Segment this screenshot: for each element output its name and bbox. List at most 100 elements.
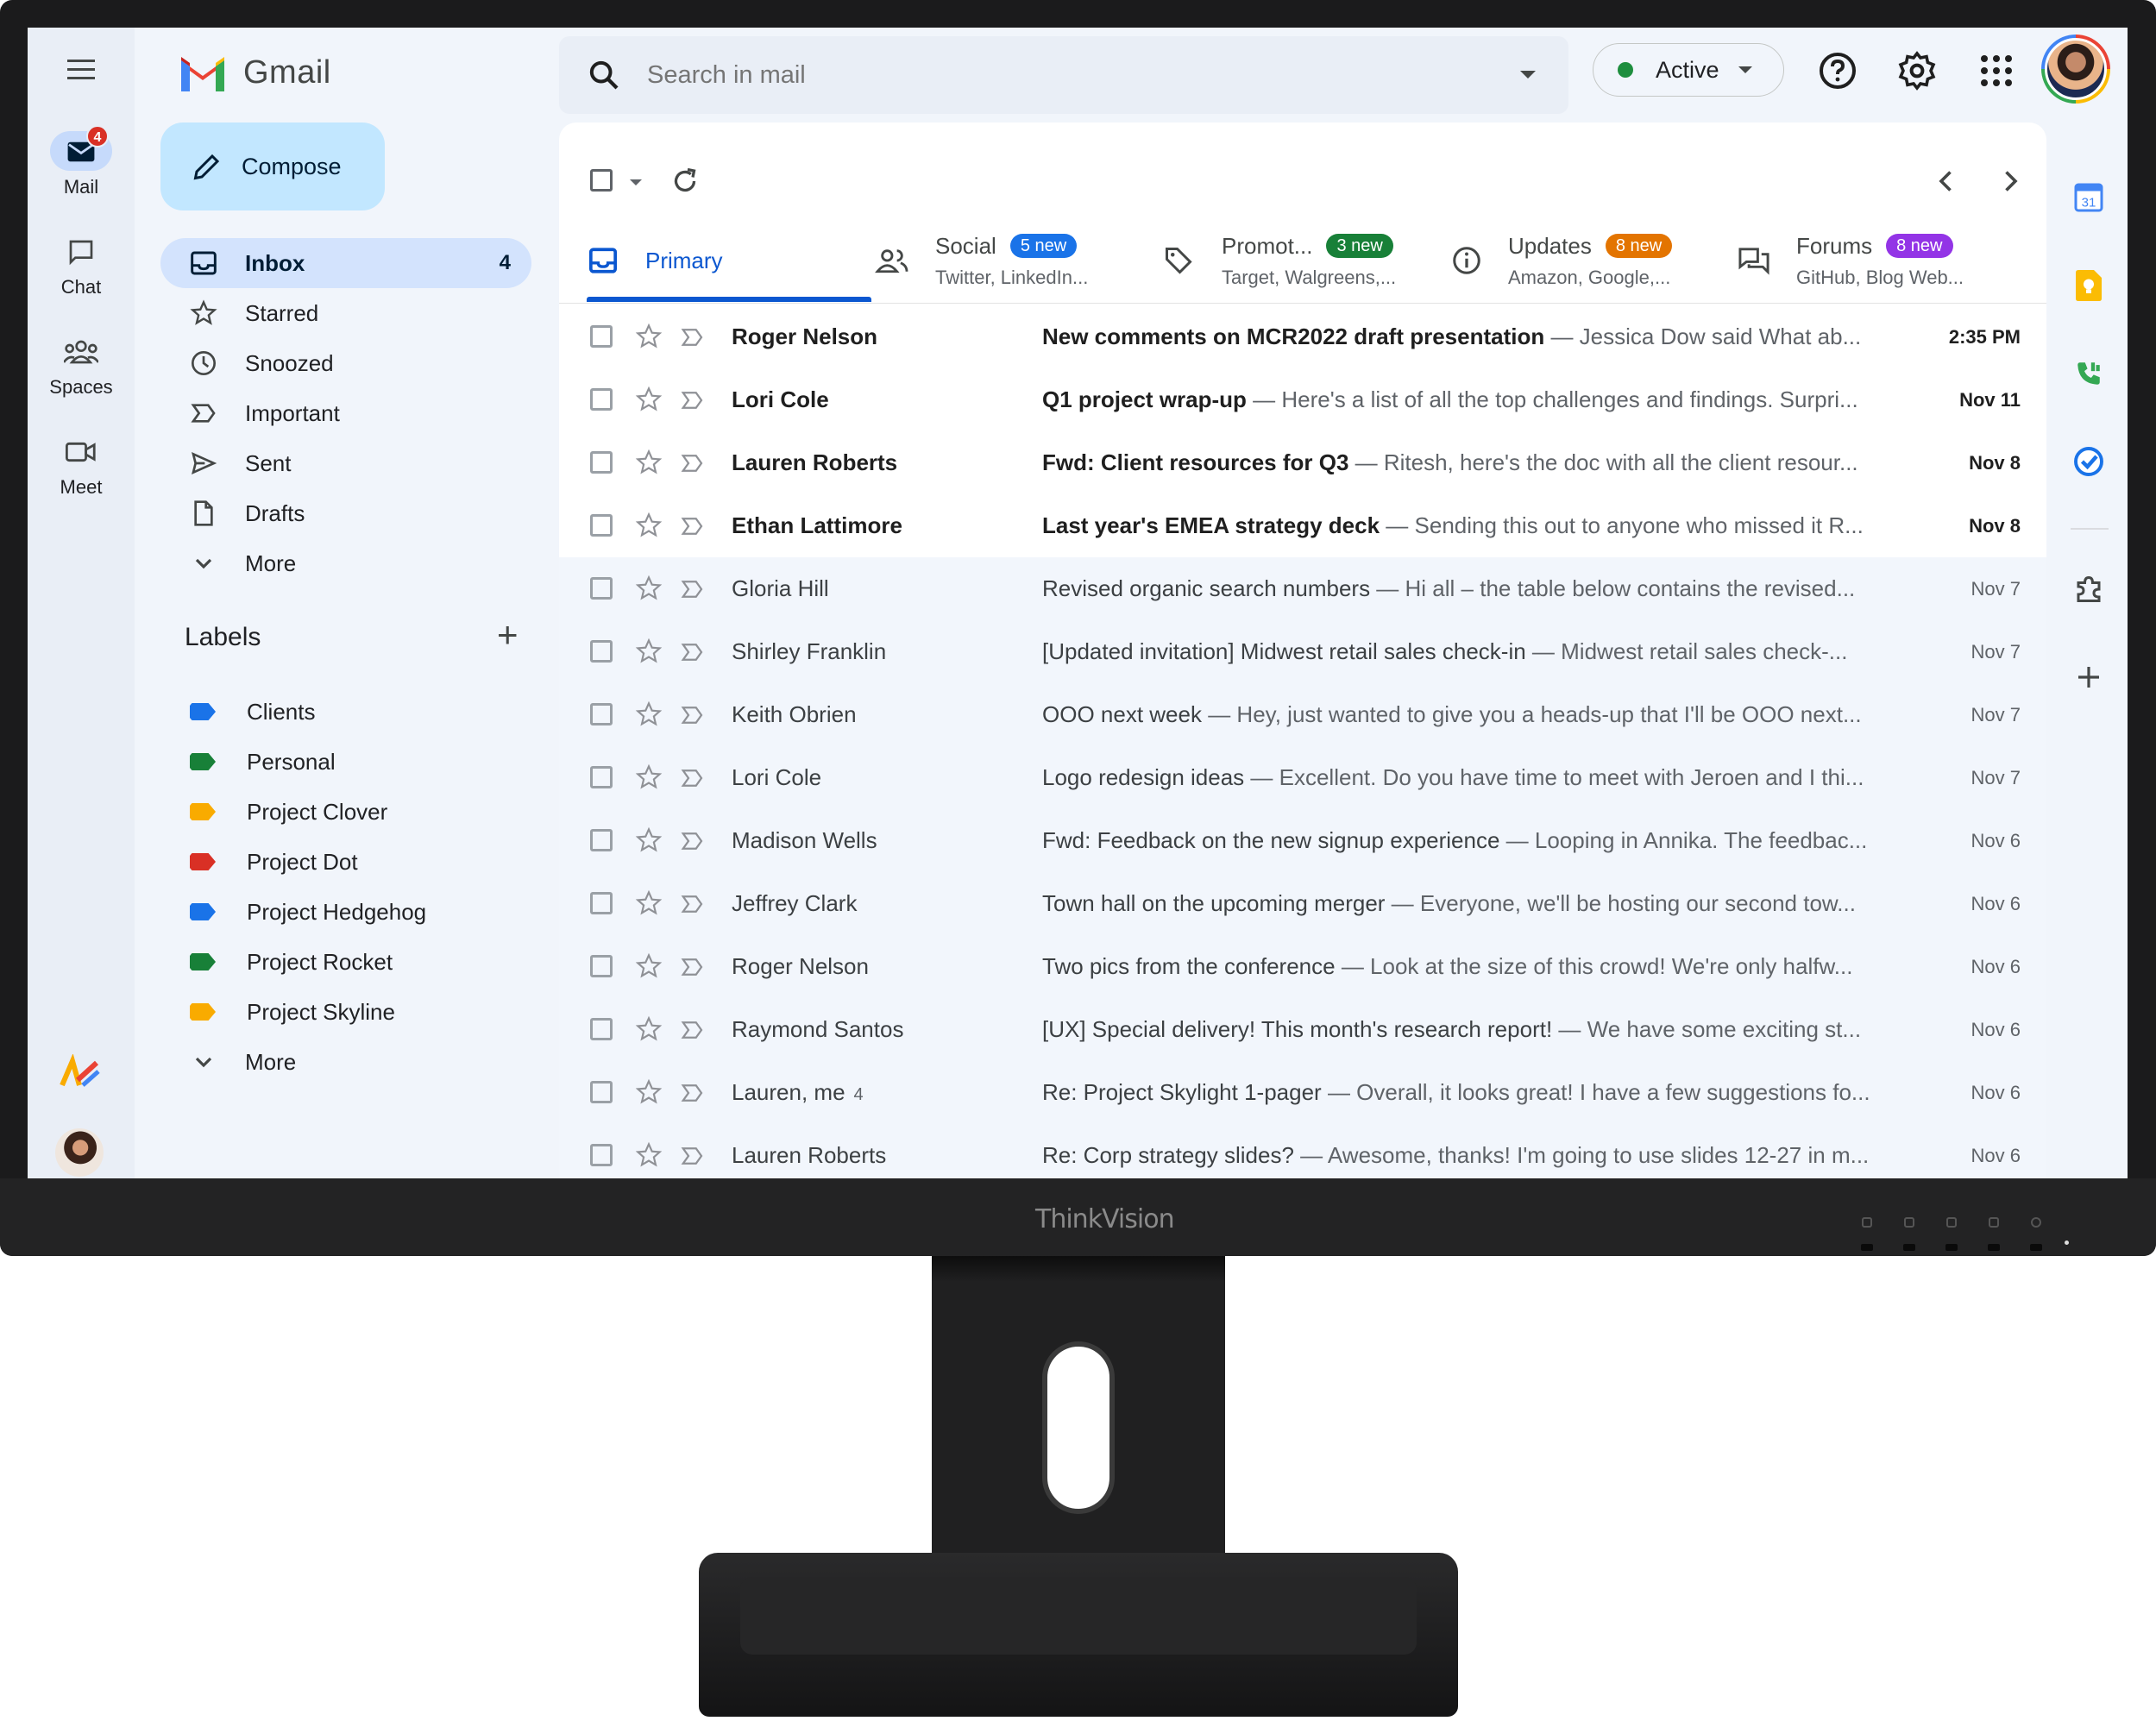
sidebar-item-snoozed[interactable]: Snoozed bbox=[160, 338, 531, 388]
account-avatar[interactable] bbox=[2041, 35, 2110, 104]
monitor-power-button[interactable] bbox=[2028, 1215, 2044, 1251]
labels-more[interactable]: More bbox=[160, 1037, 531, 1087]
email-row[interactable]: Roger Nelson New comments on MCR2022 draf… bbox=[559, 305, 2046, 368]
email-row[interactable]: Gloria Hill Revised organic search number… bbox=[559, 557, 2046, 620]
rail-item-meet[interactable]: Meet bbox=[28, 431, 135, 499]
tab-primary[interactable]: Primary bbox=[588, 217, 723, 304]
important-marker-icon[interactable] bbox=[680, 450, 706, 482]
tab-promotions[interactable]: Promot... 3 new Target, Walgreens,... bbox=[1163, 217, 1396, 304]
important-marker-icon[interactable] bbox=[680, 702, 706, 734]
chevron-right-icon[interactable] bbox=[1995, 166, 2026, 197]
important-marker-icon[interactable] bbox=[680, 765, 706, 797]
star-icon[interactable] bbox=[635, 1015, 663, 1049]
plus-icon[interactable]: + bbox=[497, 614, 519, 656]
star-icon[interactable] bbox=[635, 1141, 663, 1175]
email-checkbox[interactable] bbox=[590, 829, 613, 851]
star-icon[interactable] bbox=[635, 386, 663, 419]
label-item[interactable]: Project Dot bbox=[160, 837, 531, 887]
email-checkbox[interactable] bbox=[590, 766, 613, 788]
hamburger-menu-icon[interactable] bbox=[60, 53, 102, 95]
email-row[interactable]: Keith Obrien OOO next week — Hey, just wa… bbox=[559, 683, 2046, 746]
star-icon[interactable] bbox=[635, 512, 663, 545]
rail-item-spaces[interactable]: Spaces bbox=[28, 331, 135, 399]
help-icon[interactable] bbox=[1817, 50, 1858, 91]
star-icon[interactable] bbox=[635, 826, 663, 860]
tab-forums[interactable]: Forums 8 new GitHub, Blog Web... bbox=[1738, 217, 1964, 304]
label-item[interactable]: Project Clover bbox=[160, 787, 531, 837]
tasks-icon[interactable] bbox=[2069, 442, 2109, 481]
email-checkbox[interactable] bbox=[590, 388, 613, 411]
email-row[interactable]: Lori Cole Q1 project wrap-up — Here's a l… bbox=[559, 368, 2046, 431]
keep-icon[interactable] bbox=[2069, 266, 2109, 305]
avatar[interactable] bbox=[55, 1128, 104, 1177]
sidebar-item-sent[interactable]: Sent bbox=[160, 438, 531, 488]
email-checkbox[interactable] bbox=[590, 1081, 613, 1103]
email-row[interactable]: Lori Cole Logo redesign ideas — Excellent… bbox=[559, 746, 2046, 809]
search-icon[interactable] bbox=[587, 58, 621, 92]
tab-social[interactable]: Social 5 new Twitter, LinkedIn... bbox=[875, 217, 1088, 304]
label-item[interactable]: Clients bbox=[160, 687, 531, 737]
important-marker-icon[interactable] bbox=[680, 576, 706, 608]
email-checkbox[interactable] bbox=[590, 1144, 613, 1166]
email-row[interactable]: Lauren Roberts Fwd: Client resources for … bbox=[559, 431, 2046, 494]
label-item[interactable]: Personal bbox=[160, 737, 531, 787]
important-marker-icon[interactable] bbox=[680, 891, 706, 923]
voice-icon[interactable] bbox=[2069, 354, 2109, 393]
star-icon[interactable] bbox=[635, 1078, 663, 1112]
sidebar-item-starred[interactable]: Starred bbox=[160, 288, 531, 338]
email-row[interactable]: Roger Nelson Two pics from the conference… bbox=[559, 935, 2046, 998]
rail-item-chat[interactable]: Chat bbox=[28, 231, 135, 298]
email-checkbox[interactable] bbox=[590, 955, 613, 977]
settings-icon[interactable] bbox=[1896, 50, 1938, 91]
email-checkbox[interactable] bbox=[590, 892, 613, 914]
star-icon[interactable] bbox=[635, 638, 663, 671]
search-input[interactable] bbox=[647, 60, 1424, 90]
important-marker-icon[interactable] bbox=[680, 513, 706, 545]
monitor-button[interactable] bbox=[1944, 1215, 1959, 1251]
email-checkbox[interactable] bbox=[590, 514, 613, 537]
monitor-button[interactable] bbox=[1901, 1215, 1917, 1251]
email-checkbox[interactable] bbox=[590, 577, 613, 600]
chevron-left-icon[interactable] bbox=[1931, 166, 1962, 197]
important-marker-icon[interactable] bbox=[680, 1080, 706, 1112]
star-icon[interactable] bbox=[635, 889, 663, 923]
star-icon[interactable] bbox=[635, 763, 663, 797]
email-row[interactable]: Madison Wells Fwd: Feedback on the new si… bbox=[559, 809, 2046, 872]
important-marker-icon[interactable] bbox=[680, 387, 706, 419]
status-selector[interactable]: Active bbox=[1593, 43, 1784, 97]
star-icon[interactable] bbox=[635, 323, 663, 356]
star-icon[interactable] bbox=[635, 952, 663, 986]
gmail-logo[interactable]: Gmail bbox=[178, 45, 331, 100]
workspace-logo-icon[interactable] bbox=[59, 1053, 102, 1096]
email-row[interactable]: Lauren Roberts Re: Corp strategy slides? … bbox=[559, 1124, 2046, 1178]
tab-updates[interactable]: Updates 8 new Amazon, Google,... bbox=[1451, 217, 1673, 304]
addons-icon[interactable] bbox=[2069, 569, 2109, 609]
rail-item-mail[interactable]: Mail bbox=[28, 131, 135, 198]
select-all-checkbox[interactable] bbox=[590, 169, 613, 192]
sidebar-item-more[interactable]: More bbox=[160, 538, 531, 588]
apps-grid-icon[interactable] bbox=[1976, 50, 2017, 91]
sidebar-item-drafts[interactable]: Drafts bbox=[160, 488, 531, 538]
label-item[interactable]: Project Skyline bbox=[160, 987, 531, 1037]
email-checkbox[interactable] bbox=[590, 640, 613, 663]
sidebar-item-inbox[interactable]: Inbox 4 bbox=[160, 238, 531, 288]
email-row[interactable]: Jeffrey Clark Town hall on the upcoming m… bbox=[559, 872, 2046, 935]
add-icon[interactable] bbox=[2069, 657, 2109, 697]
calendar-icon[interactable]: 31 bbox=[2069, 178, 2109, 217]
label-item[interactable]: Project Hedgehog bbox=[160, 887, 531, 937]
email-row[interactable]: Raymond Santos [UX] Special delivery! Thi… bbox=[559, 998, 2046, 1061]
email-row[interactable]: Ethan Lattimore Last year's EMEA strategy… bbox=[559, 494, 2046, 557]
sidebar-item-important[interactable]: Important bbox=[160, 388, 531, 438]
label-item[interactable]: Project Rocket bbox=[160, 937, 531, 987]
important-marker-icon[interactable] bbox=[680, 324, 706, 356]
select-options-caret-icon[interactable] bbox=[630, 179, 642, 185]
search-options-icon[interactable] bbox=[1520, 71, 1536, 79]
email-checkbox[interactable] bbox=[590, 325, 613, 348]
star-icon[interactable] bbox=[635, 700, 663, 734]
email-row[interactable]: Shirley Franklin [Updated invitation] Mid… bbox=[559, 620, 2046, 683]
email-row[interactable]: Lauren, me 4 Re: Project Skylight 1-pager … bbox=[559, 1061, 2046, 1124]
monitor-button[interactable] bbox=[1986, 1215, 2002, 1251]
refresh-icon[interactable] bbox=[669, 166, 701, 197]
important-marker-icon[interactable] bbox=[680, 1017, 706, 1049]
search-bar[interactable] bbox=[559, 36, 1568, 114]
